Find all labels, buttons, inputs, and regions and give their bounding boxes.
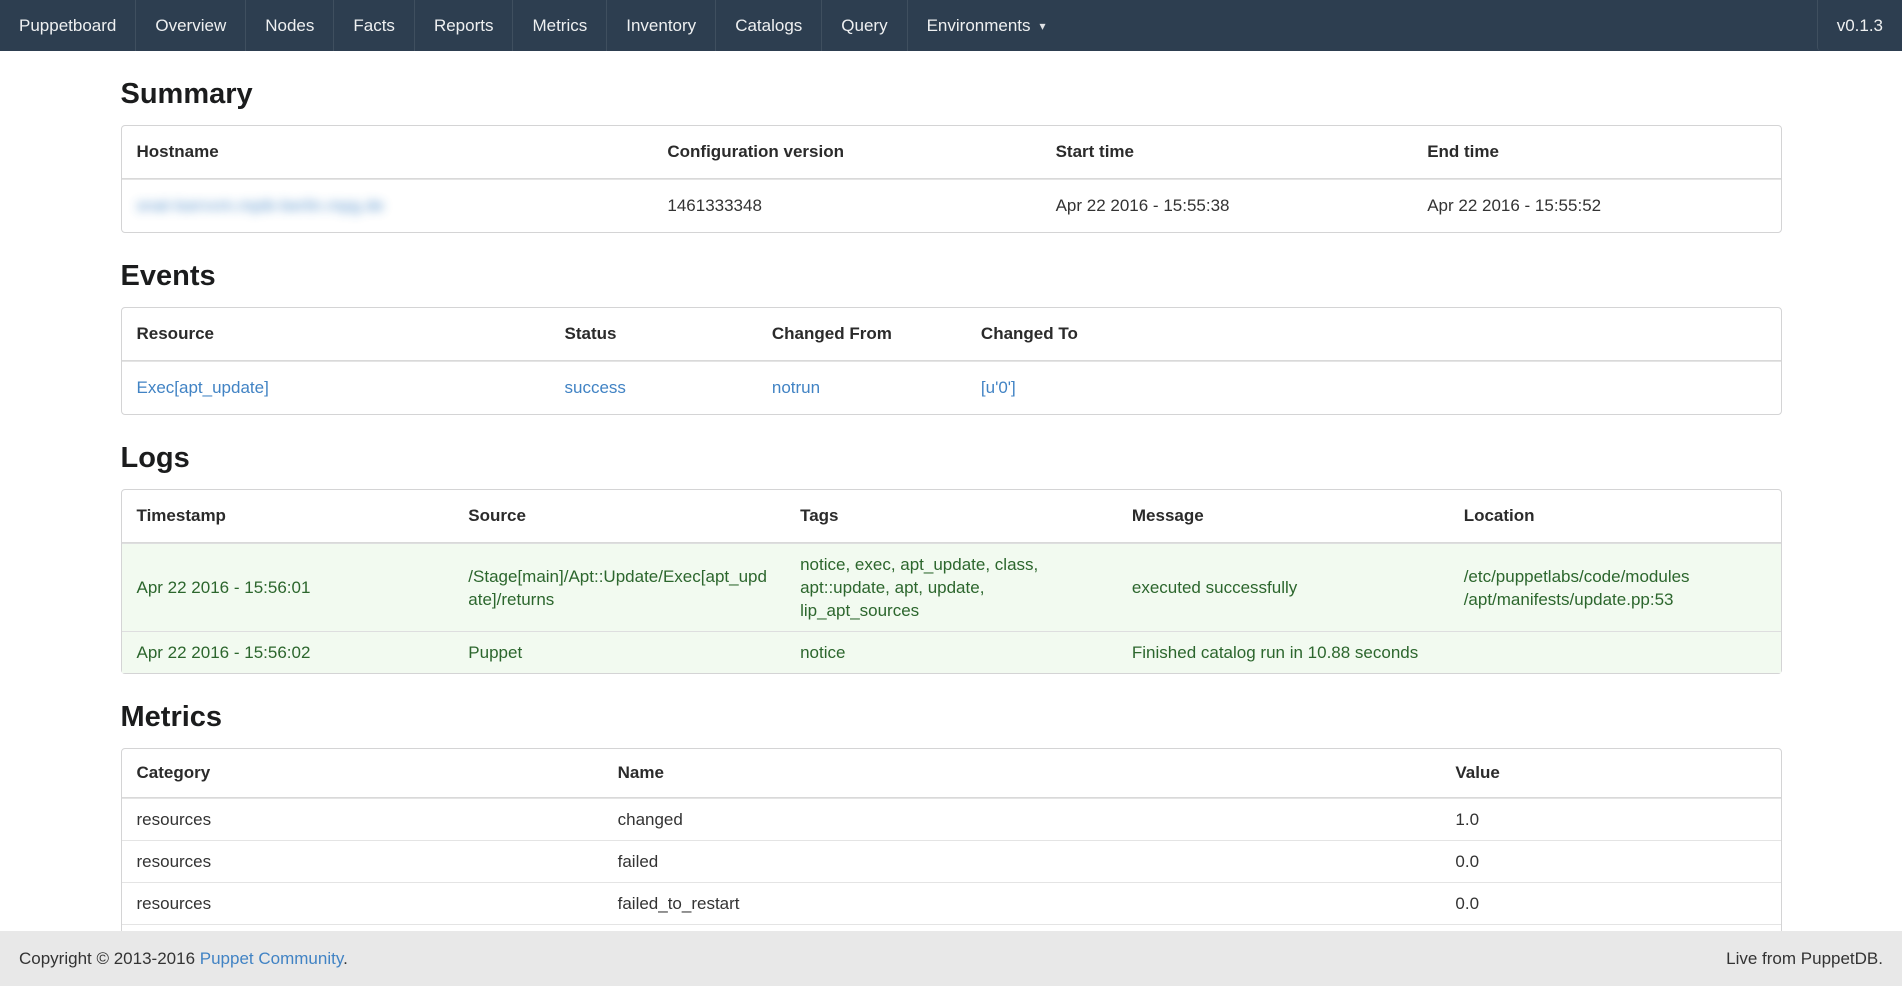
version-label: v0.1.3 [1837, 16, 1883, 36]
nav-item-metrics[interactable]: Metrics [512, 0, 606, 51]
log-timestamp-cell: Apr 22 2016 - 15:56:02 [122, 631, 454, 673]
column-header-end-time: End time [1412, 126, 1780, 179]
events-table: Resource Status Changed From Changed To … [121, 307, 1782, 415]
summary-section-title: Summary [121, 77, 1782, 111]
nav-item-label: Environments [927, 16, 1031, 36]
metric-name-cell: changed [603, 798, 1441, 840]
metric-category-cell: resources [122, 798, 603, 840]
changed-from-link[interactable]: notrun [772, 378, 820, 397]
metrics-header-row: Category Name Value [122, 749, 1781, 798]
start-time-cell: Apr 22 2016 - 15:55:38 [1041, 179, 1413, 232]
table-row: snat-tservvm.mpib-berlin.mpg.de 14613333… [122, 179, 1781, 232]
nav-item-query[interactable]: Query [821, 0, 906, 51]
changed-to-link[interactable]: [u'0'] [981, 378, 1016, 397]
log-location-cell: /etc/puppetlabs/code/modules /apt/manife… [1449, 543, 1781, 631]
column-header-timestamp: Timestamp [122, 490, 454, 543]
column-header-name: Name [603, 749, 1441, 798]
status-link[interactable]: success [565, 378, 626, 397]
metric-name-cell: failed [603, 840, 1441, 882]
logs-header-row: Timestamp Source Tags Message Location [122, 490, 1781, 543]
events-header-row: Resource Status Changed From Changed To [122, 308, 1781, 361]
column-header-category: Category [122, 749, 603, 798]
nav-item-label: Metrics [532, 16, 587, 36]
nav-item-reports[interactable]: Reports [414, 0, 513, 51]
chevron-down-icon: ▾ [1040, 19, 1046, 33]
nav-item-puppetboard[interactable]: Puppetboard [0, 0, 135, 51]
logs-table: Timestamp Source Tags Message Location A… [121, 489, 1782, 674]
nav-item-inventory[interactable]: Inventory [606, 0, 715, 51]
end-time-cell: Apr 22 2016 - 15:55:52 [1412, 179, 1780, 232]
events-section-title: Events [121, 259, 1782, 293]
column-header-message: Message [1117, 490, 1449, 543]
column-header-changed-to: Changed To [966, 308, 1781, 361]
hostname-cell: snat-tservvm.mpib-berlin.mpg.de [122, 179, 653, 232]
log-timestamp-cell: Apr 22 2016 - 15:56:01 [122, 543, 454, 631]
metric-value-cell: 1.0 [1440, 798, 1780, 840]
column-header-location: Location [1449, 490, 1781, 543]
nav-item-label: Query [841, 16, 887, 36]
column-header-status: Status [550, 308, 757, 361]
log-source-cell: /Stage[main]/Apt::Update/Exec[apt_update… [453, 543, 785, 631]
summary-table: Hostname Configuration version Start tim… [121, 125, 1782, 233]
table-row: resources failed_to_restart 0.0 [122, 882, 1781, 924]
log-message-cell: Finished catalog run in 10.88 seconds [1117, 631, 1449, 673]
navbar-spacer [1065, 0, 1817, 51]
nav-item-nodes[interactable]: Nodes [245, 0, 333, 51]
log-tags-cell: notice, exec, apt_update, class, apt::up… [785, 543, 1117, 631]
copyright-text: Copyright © 2013-2016 Puppet Community. [19, 949, 348, 969]
summary-header-row: Hostname Configuration version Start tim… [122, 126, 1781, 179]
nav-item-label: Catalogs [735, 16, 802, 36]
metric-name-cell: failed_to_restart [603, 882, 1441, 924]
log-tags-cell: notice [785, 631, 1117, 673]
table-row: resources changed 1.0 [122, 798, 1781, 840]
changed-from-cell: notrun [757, 361, 966, 414]
puppetdb-status-text: Live from PuppetDB. [1726, 949, 1883, 969]
metric-value-cell: 0.0 [1440, 840, 1780, 882]
log-source-cell: Puppet [453, 631, 785, 673]
configuration-version-cell: 1461333348 [652, 179, 1040, 232]
resource-cell: Exec[apt_update] [122, 361, 550, 414]
column-header-source: Source [453, 490, 785, 543]
copyright-suffix: . [343, 949, 348, 968]
resource-link[interactable]: Exec[apt_update] [137, 378, 269, 397]
table-row: Apr 22 2016 - 15:56:01 /Stage[main]/Apt:… [122, 543, 1781, 631]
logs-section-title: Logs [121, 441, 1782, 475]
changed-to-cell: [u'0'] [966, 361, 1781, 414]
metric-category-cell: resources [122, 882, 603, 924]
column-header-value: Value [1440, 749, 1780, 798]
table-row: Apr 22 2016 - 15:56:02 Puppet notice Fin… [122, 631, 1781, 673]
copyright-prefix: Copyright © 2013-2016 [19, 949, 195, 968]
table-row: Exec[apt_update] success notrun [u'0'] [122, 361, 1781, 414]
metrics-section-title: Metrics [121, 700, 1782, 734]
table-row: resources failed 0.0 [122, 840, 1781, 882]
nav-item-label: Facts [353, 16, 395, 36]
nav-item-label: Puppetboard [19, 16, 116, 36]
metric-category-cell: resources [122, 840, 603, 882]
nav-item-overview[interactable]: Overview [135, 0, 245, 51]
column-header-configuration-version: Configuration version [652, 126, 1040, 179]
top-navbar: Puppetboard Overview Nodes Facts Reports… [0, 0, 1902, 51]
nav-item-label: Reports [434, 16, 494, 36]
nav-item-label: Nodes [265, 16, 314, 36]
puppet-community-link[interactable]: Puppet Community [200, 949, 343, 968]
nav-item-label: Inventory [626, 16, 696, 36]
log-message-cell: executed successfully [1117, 543, 1449, 631]
log-location-cell [1449, 631, 1781, 673]
nav-item-facts[interactable]: Facts [333, 0, 414, 51]
column-header-resource: Resource [122, 308, 550, 361]
column-header-changed-from: Changed From [757, 308, 966, 361]
version-badge: v0.1.3 [1817, 0, 1902, 51]
main-content: Summary Hostname Configuration version S… [121, 77, 1782, 966]
nav-item-label: Overview [155, 16, 226, 36]
status-cell: success [550, 361, 757, 414]
column-header-tags: Tags [785, 490, 1117, 543]
nav-dropdown-environments[interactable]: Environments ▾ [907, 0, 1065, 51]
hostname-link[interactable]: snat-tservvm.mpib-berlin.mpg.de [137, 196, 385, 215]
nav-item-catalogs[interactable]: Catalogs [715, 0, 821, 51]
column-header-start-time: Start time [1041, 126, 1413, 179]
metric-value-cell: 0.0 [1440, 882, 1780, 924]
column-header-hostname: Hostname [122, 126, 653, 179]
page-footer: Copyright © 2013-2016 Puppet Community. … [0, 931, 1902, 986]
